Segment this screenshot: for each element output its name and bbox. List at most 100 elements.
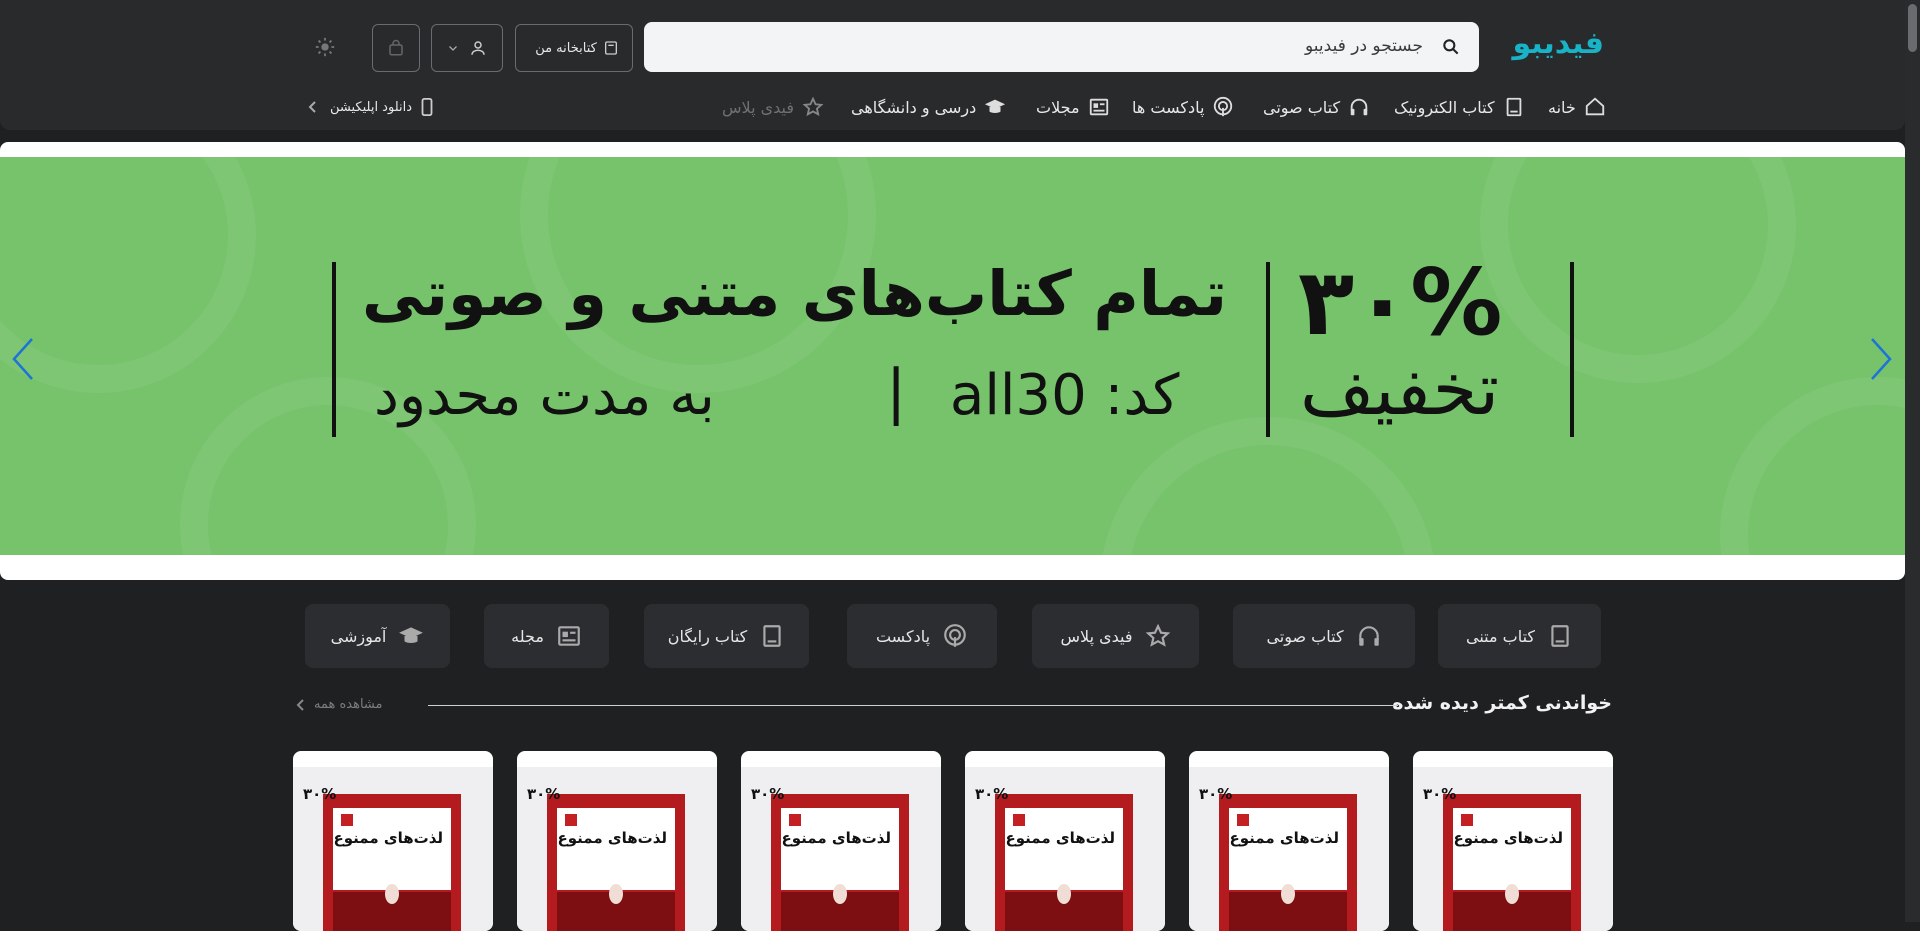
nav-education-label: درسی و دانشگاهی <box>851 97 977 117</box>
book-card[interactable]: لذت‌های ممنوع ۳۰% <box>517 751 717 931</box>
book-cover[interactable]: لذت‌های ممنوع <box>323 794 461 931</box>
book-cover[interactable]: لذت‌های ممنوع <box>771 794 909 931</box>
nav-podcast-label: پادکست ها <box>1132 97 1205 117</box>
nav-audiobook[interactable]: کتاب صوتی <box>1263 94 1370 120</box>
my-library-label: کتابخانه من <box>535 40 597 56</box>
chevron-left-icon <box>296 698 304 711</box>
newspaper-icon <box>558 626 580 646</box>
category-ebook[interactable]: کتاب متنی <box>1438 604 1601 668</box>
category-education-label: آموزشی <box>330 626 387 646</box>
my-library-button[interactable]: کتابخانه من <box>515 24 633 72</box>
book-card[interactable]: لذت‌های ممنوع ۳۰% <box>1189 751 1389 931</box>
section-divider <box>428 705 1398 706</box>
book-card-body: لذت‌های ممنوع ۳۰% <box>1189 767 1389 931</box>
nav-magazines-label: مجلات <box>1036 97 1080 117</box>
book-card[interactable]: لذت‌های ممنوع ۳۰% <box>1413 751 1613 931</box>
discount-badge: ۳۰% <box>1423 785 1457 803</box>
cover-title: لذت‌های ممنوع <box>333 829 444 847</box>
book-card-body: لذت‌های ممنوع ۳۰% <box>517 767 717 931</box>
nav-magazines[interactable]: مجلات <box>1036 94 1110 120</box>
search-icon[interactable] <box>1441 37 1461 57</box>
shopping-bag-icon <box>389 39 403 56</box>
promo-banner[interactable]: ۳۰% تخفیف تمام کتاب‌های متنی و صوتی به م… <box>0 157 1905 555</box>
cover-title: لذت‌های ممنوع <box>781 829 892 847</box>
publisher-logo-icon <box>789 814 801 826</box>
cover-white-panel: لذت‌های ممنوع <box>1229 808 1347 890</box>
category-free-book-label: کتاب رایگان <box>667 626 748 646</box>
nav-audiobook-label: کتاب صوتی <box>1263 97 1341 117</box>
scrollbar-thumb[interactable] <box>1908 4 1917 52</box>
carousel-prev-arrow-icon[interactable] <box>8 334 38 384</box>
book-cover[interactable]: لذت‌های ممنوع <box>995 794 1133 931</box>
banner-duration: به مدت محدود <box>374 363 715 428</box>
discount-badge: ۳۰% <box>1199 785 1233 803</box>
book-cover[interactable]: لذت‌های ممنوع <box>1219 794 1357 931</box>
category-audiobook[interactable]: کتاب صوتی <box>1233 604 1415 668</box>
cover-white-panel: لذت‌های ممنوع <box>557 808 675 890</box>
book-cover[interactable]: لذت‌های ممنوع <box>547 794 685 931</box>
logo-text: فیدیبو <box>1512 26 1604 61</box>
category-free-book[interactable]: کتاب رایگان <box>644 604 809 668</box>
category-fidiplus[interactable]: فیدی پلاس <box>1032 604 1199 668</box>
podcast-icon <box>944 624 966 647</box>
user-menu-button[interactable] <box>431 24 503 72</box>
search-placeholder[interactable]: جستجو در فیدیبو <box>1305 36 1423 56</box>
carousel-next-arrow-icon[interactable] <box>1866 334 1896 384</box>
podcast-icon <box>1214 96 1233 117</box>
star-icon <box>1145 623 1170 647</box>
publisher-logo-icon <box>565 814 577 826</box>
fidibo-logo[interactable]: فیدیبو <box>1512 22 1604 66</box>
cover-white-panel: لذت‌های ممنوع <box>1005 808 1123 890</box>
category-audiobook-label: کتاب صوتی <box>1266 626 1344 646</box>
see-all-link[interactable]: مشاهده همه <box>296 697 383 712</box>
cover-title: لذت‌های ممنوع <box>1453 829 1564 847</box>
cover-title: لذت‌های ممنوع <box>1229 829 1340 847</box>
nav-education[interactable]: درسی و دانشگاهی <box>851 94 1006 120</box>
discount-badge: ۳۰% <box>527 785 561 803</box>
newspaper-icon <box>1089 98 1108 116</box>
publisher-logo-icon <box>1461 814 1473 826</box>
discount-badge: ۳۰% <box>303 785 337 803</box>
book-card[interactable]: لذت‌های ممنوع ۳۰% <box>741 751 941 931</box>
book-icon <box>763 625 781 647</box>
sun-icon[interactable] <box>314 36 336 58</box>
banner-percent: ۳۰% <box>1298 249 1503 356</box>
book-card[interactable]: لذت‌های ممنوع ۳۰% <box>293 751 493 931</box>
lightbulb-icon <box>1505 884 1519 904</box>
chevron-down-icon <box>449 46 457 51</box>
category-education[interactable]: آموزشی <box>305 604 450 668</box>
lightbulb-icon <box>1281 884 1295 904</box>
category-podcast-label: پادکست <box>875 626 931 646</box>
book-cover[interactable]: لذت‌های ممنوع <box>1443 794 1581 931</box>
search-box[interactable]: جستجو در فیدیبو <box>644 22 1479 72</box>
category-magazine-label: مجله <box>511 626 544 646</box>
nav-ebook[interactable]: کتاب الکترونیک <box>1394 94 1525 120</box>
nav-fidiplus-label: فیدی پلاس <box>722 97 795 117</box>
star-icon <box>802 96 824 117</box>
nav-podcast[interactable]: پادکست ها <box>1132 94 1234 120</box>
library-icon <box>604 41 617 55</box>
download-app-label: دانلود اپلیکیشن <box>330 99 413 115</box>
category-ebook-label: کتاب متنی <box>1465 626 1536 646</box>
headphones-icon <box>1358 626 1379 646</box>
cover-white-panel: لذت‌های ممنوع <box>1453 808 1571 890</box>
category-magazine[interactable]: مجله <box>484 604 609 668</box>
banner-discount-word: تخفیف <box>1300 347 1500 431</box>
lightbulb-icon <box>609 884 623 904</box>
book-icon <box>1551 625 1569 647</box>
lightbulb-icon <box>385 884 399 904</box>
cover-title: لذت‌های ممنوع <box>557 829 668 847</box>
category-podcast[interactable]: پادکست <box>847 604 997 668</box>
page-scrollbar[interactable] <box>1905 0 1920 922</box>
cart-button[interactable] <box>372 24 420 72</box>
publisher-logo-icon <box>341 814 353 826</box>
publisher-logo-icon <box>1237 814 1249 826</box>
nav-home[interactable]: خانه <box>1548 94 1606 120</box>
nav-fidiplus[interactable]: فیدی پلاس <box>722 94 824 120</box>
book-card[interactable]: لذت‌های ممنوع ۳۰% <box>965 751 1165 931</box>
book-icon <box>1506 97 1521 117</box>
mobile-icon <box>421 98 433 116</box>
discount-badge: ۳۰% <box>751 785 785 803</box>
download-app-link[interactable]: دانلود اپلیکیشن <box>308 94 434 120</box>
headphones-icon <box>1350 98 1368 116</box>
